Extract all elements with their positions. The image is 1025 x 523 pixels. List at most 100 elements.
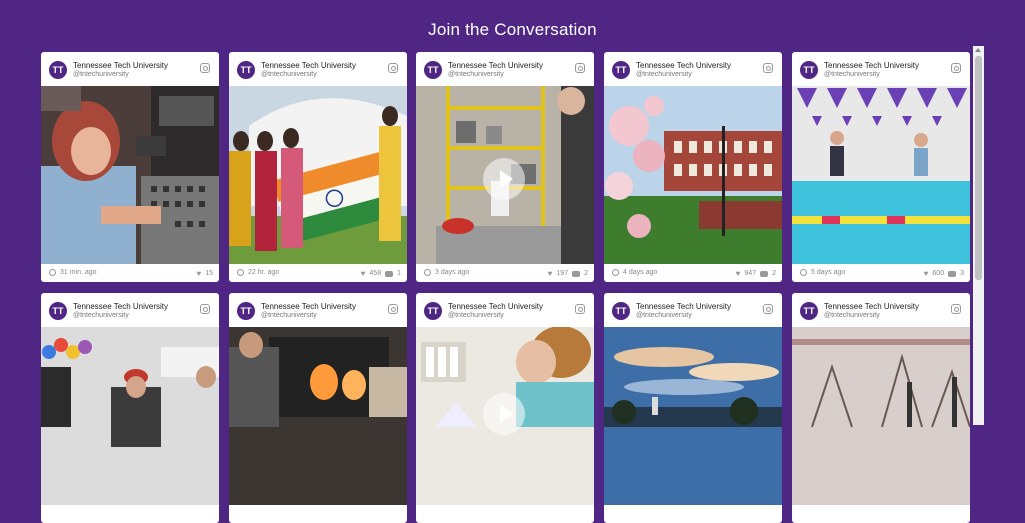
scrollbar-thumb[interactable] <box>975 56 982 280</box>
post-time: 3 days ago <box>435 269 470 276</box>
post-footer: 31 min. ago ♥ 15 <box>41 264 219 282</box>
post-footer: 3 days ago ♥ 197 2 <box>416 264 594 282</box>
account-name[interactable]: Tennessee Tech University <box>261 302 356 311</box>
post-time: 4 days ago <box>623 269 658 276</box>
account-name[interactable]: Tennessee Tech University <box>448 61 543 70</box>
post-card[interactable]: TT Tennessee Tech University @tntechuniv… <box>416 52 594 282</box>
post-photo[interactable] <box>792 86 970 264</box>
scrollbar[interactable] <box>973 46 984 425</box>
post-header: TT Tennessee Tech University @tntechuniv… <box>792 52 970 86</box>
clock-icon <box>424 269 431 276</box>
account-name[interactable]: Tennessee Tech University <box>73 302 168 311</box>
account-name[interactable]: Tennessee Tech University <box>73 61 168 70</box>
post-time: 5 days ago <box>811 269 846 276</box>
post-footer: 22 hr. ago ♥ 458 1 <box>229 264 407 282</box>
like-count: 197 <box>556 270 569 277</box>
like-count: 600 <box>932 270 945 277</box>
clock-icon <box>612 269 619 276</box>
comment-icon[interactable] <box>760 270 769 277</box>
avatar[interactable]: TT <box>237 61 255 79</box>
post-footer: 4 days ago ♥ 947 2 <box>604 264 782 282</box>
comment-icon[interactable] <box>948 270 957 277</box>
account-name[interactable]: Tennessee Tech University <box>261 61 356 70</box>
post-card[interactable]: TT Tennessee Tech University @tntechuniv… <box>229 52 407 282</box>
comment-icon[interactable] <box>572 270 581 277</box>
account-name[interactable]: Tennessee Tech University <box>448 302 543 311</box>
account-name[interactable]: Tennessee Tech University <box>636 302 731 311</box>
post-card[interactable]: TT Tennessee Tech University @tntechuniv… <box>41 52 219 282</box>
heart-icon[interactable]: ♥ <box>196 269 201 278</box>
post-header: TT Tennessee Tech University @tntechuniv… <box>229 52 407 86</box>
account-handle[interactable]: @tntechuniversity <box>824 312 880 319</box>
instagram-icon[interactable] <box>763 63 773 73</box>
heart-icon[interactable]: ♥ <box>924 269 929 278</box>
comment-count: 2 <box>772 270 776 277</box>
post-card[interactable]: TT Tennessee Tech University @tntechuniv… <box>41 293 219 523</box>
post-card[interactable]: TT Tennessee Tech University @tntechuniv… <box>792 52 970 282</box>
clock-icon <box>49 269 56 276</box>
account-handle[interactable]: @tntechuniversity <box>448 71 504 78</box>
account-handle[interactable]: @tntechuniversity <box>261 312 317 319</box>
post-header: TT Tennessee Tech University @tntechuniv… <box>416 52 594 86</box>
play-icon[interactable] <box>483 158 525 200</box>
post-card[interactable]: TT Tennessee Tech University @tntechuniv… <box>416 293 594 523</box>
post-header: TT Tennessee Tech University @tntechuniv… <box>604 52 782 86</box>
account-name[interactable]: Tennessee Tech University <box>636 61 731 70</box>
comment-count: 1 <box>397 270 401 277</box>
instagram-icon[interactable] <box>763 304 773 314</box>
post-card[interactable]: TT Tennessee Tech University @tntechuniv… <box>604 293 782 523</box>
post-header: TT Tennessee Tech University @tntechuniv… <box>792 293 970 327</box>
account-handle[interactable]: @tntechuniversity <box>73 312 129 319</box>
post-card[interactable]: TT Tennessee Tech University @tntechuniv… <box>792 293 970 523</box>
like-count: 458 <box>369 270 382 277</box>
account-handle[interactable]: @tntechuniversity <box>636 312 692 319</box>
heart-icon[interactable]: ♥ <box>548 269 553 278</box>
avatar[interactable]: TT <box>424 61 442 79</box>
avatar[interactable]: TT <box>612 61 630 79</box>
post-photo[interactable] <box>416 86 594 264</box>
instagram-icon[interactable] <box>388 304 398 314</box>
instagram-icon[interactable] <box>951 304 961 314</box>
instagram-icon[interactable] <box>575 304 585 314</box>
play-icon[interactable] <box>483 393 525 435</box>
post-header: TT Tennessee Tech University @tntechuniv… <box>229 293 407 327</box>
account-handle[interactable]: @tntechuniversity <box>73 71 129 78</box>
account-handle[interactable]: @tntechuniversity <box>448 312 504 319</box>
heart-icon[interactable]: ♥ <box>361 269 366 278</box>
post-photo[interactable] <box>41 327 219 505</box>
post-photo[interactable] <box>792 327 970 505</box>
instagram-icon[interactable] <box>951 63 961 73</box>
like-count: 947 <box>744 270 757 277</box>
heart-icon[interactable]: ♥ <box>736 269 741 278</box>
post-card[interactable]: TT Tennessee Tech University @tntechuniv… <box>604 52 782 282</box>
instagram-icon[interactable] <box>388 63 398 73</box>
post-photo[interactable] <box>41 86 219 264</box>
post-time: 22 hr. ago <box>248 269 280 276</box>
comment-count: 3 <box>960 270 964 277</box>
avatar[interactable]: TT <box>49 61 67 79</box>
post-photo[interactable] <box>604 327 782 505</box>
instagram-icon[interactable] <box>200 63 210 73</box>
account-name[interactable]: Tennessee Tech University <box>824 61 919 70</box>
avatar[interactable]: TT <box>237 302 255 320</box>
account-handle[interactable]: @tntechuniversity <box>261 71 317 78</box>
scroll-up-icon[interactable] <box>975 48 981 52</box>
account-handle[interactable]: @tntechuniversity <box>824 71 880 78</box>
post-photo[interactable] <box>229 327 407 505</box>
comment-icon[interactable] <box>385 270 394 277</box>
post-time: 31 min. ago <box>60 269 97 276</box>
avatar[interactable]: TT <box>424 302 442 320</box>
instagram-icon[interactable] <box>575 63 585 73</box>
avatar[interactable]: TT <box>49 302 67 320</box>
account-name[interactable]: Tennessee Tech University <box>824 302 919 311</box>
avatar[interactable]: TT <box>612 302 630 320</box>
post-photo[interactable] <box>229 86 407 264</box>
account-handle[interactable]: @tntechuniversity <box>636 71 692 78</box>
instagram-icon[interactable] <box>200 304 210 314</box>
avatar[interactable]: TT <box>800 302 818 320</box>
post-photo[interactable] <box>416 327 594 505</box>
like-count: 15 <box>205 270 213 277</box>
post-photo[interactable] <box>604 86 782 264</box>
post-card[interactable]: TT Tennessee Tech University @tntechuniv… <box>229 293 407 523</box>
avatar[interactable]: TT <box>800 61 818 79</box>
